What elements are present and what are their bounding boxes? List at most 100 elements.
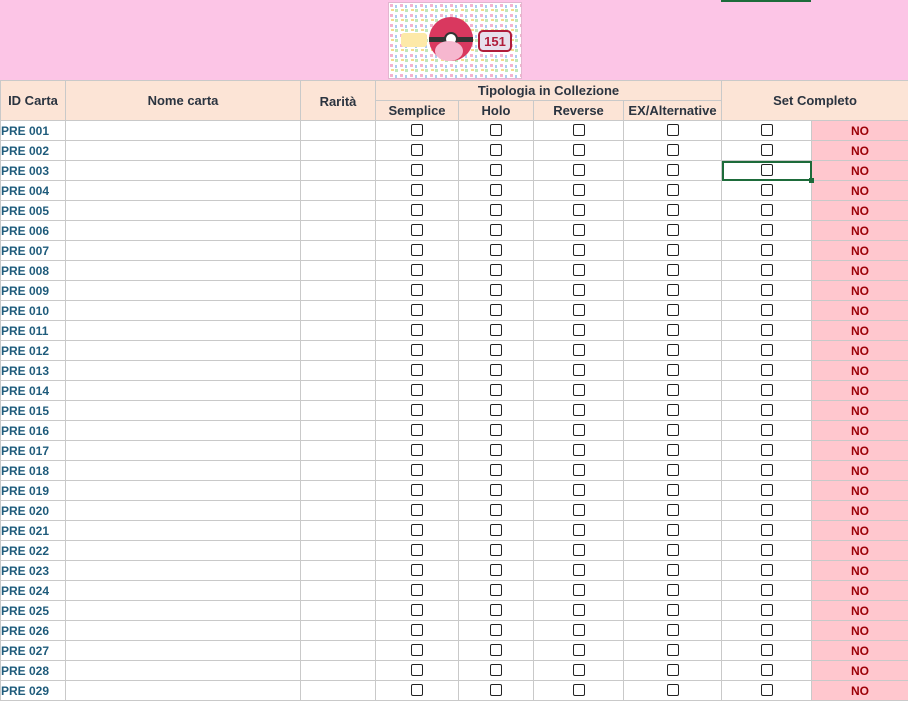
card-id-cell[interactable]: PRE 024 <box>1 581 66 601</box>
status-cell[interactable]: NO <box>812 281 908 301</box>
ex-alternative-cell[interactable] <box>624 641 722 661</box>
rarity-cell[interactable] <box>301 221 376 241</box>
holo-checkbox[interactable] <box>490 684 502 696</box>
card-id-cell[interactable]: PRE 026 <box>1 621 66 641</box>
holo-checkbox[interactable] <box>490 344 502 356</box>
ex-alternative-checkbox[interactable] <box>667 164 679 176</box>
card-name-cell[interactable] <box>66 161 301 181</box>
holo-cell[interactable] <box>459 141 534 161</box>
set-complete-cell[interactable] <box>722 441 812 461</box>
holo-checkbox[interactable] <box>490 364 502 376</box>
semplice-cell[interactable] <box>376 321 459 341</box>
reverse-cell[interactable] <box>534 621 624 641</box>
semplice-cell[interactable] <box>376 221 459 241</box>
ex-alternative-cell[interactable] <box>624 681 722 701</box>
rarity-cell[interactable] <box>301 141 376 161</box>
holo-cell[interactable] <box>459 561 534 581</box>
card-id-cell[interactable]: PRE 017 <box>1 441 66 461</box>
set-complete-cell[interactable] <box>722 381 812 401</box>
semplice-cell[interactable] <box>376 661 459 681</box>
set-complete-checkbox[interactable] <box>761 184 773 196</box>
holo-cell[interactable] <box>459 521 534 541</box>
ex-alternative-checkbox[interactable] <box>667 304 679 316</box>
rarity-cell[interactable] <box>301 181 376 201</box>
reverse-cell[interactable] <box>534 441 624 461</box>
ex-alternative-checkbox[interactable] <box>667 464 679 476</box>
holo-cell[interactable] <box>459 301 534 321</box>
reverse-checkbox[interactable] <box>573 644 585 656</box>
holo-cell[interactable] <box>459 481 534 501</box>
reverse-cell[interactable] <box>534 381 624 401</box>
status-cell[interactable]: NO <box>812 421 908 441</box>
holo-cell[interactable] <box>459 241 534 261</box>
reverse-cell[interactable] <box>534 301 624 321</box>
card-id-cell[interactable]: PRE 005 <box>1 201 66 221</box>
reverse-checkbox[interactable] <box>573 284 585 296</box>
reverse-checkbox[interactable] <box>573 484 585 496</box>
reverse-checkbox[interactable] <box>573 664 585 676</box>
holo-checkbox[interactable] <box>490 504 502 516</box>
holo-checkbox[interactable] <box>490 284 502 296</box>
semplice-cell[interactable] <box>376 121 459 141</box>
rarity-cell[interactable] <box>301 161 376 181</box>
card-name-cell[interactable] <box>66 521 301 541</box>
col-header-ex-alternative[interactable]: EX/Alternative <box>624 101 722 121</box>
status-cell[interactable]: NO <box>812 301 908 321</box>
holo-checkbox[interactable] <box>490 304 502 316</box>
rarity-cell[interactable] <box>301 241 376 261</box>
ex-alternative-cell[interactable] <box>624 561 722 581</box>
semplice-checkbox[interactable] <box>411 184 423 196</box>
card-name-cell[interactable] <box>66 381 301 401</box>
reverse-checkbox[interactable] <box>573 604 585 616</box>
semplice-checkbox[interactable] <box>411 664 423 676</box>
ex-alternative-checkbox[interactable] <box>667 664 679 676</box>
holo-checkbox[interactable] <box>490 204 502 216</box>
semplice-checkbox[interactable] <box>411 644 423 656</box>
semplice-cell[interactable] <box>376 381 459 401</box>
ex-alternative-cell[interactable] <box>624 501 722 521</box>
reverse-checkbox[interactable] <box>573 564 585 576</box>
ex-alternative-checkbox[interactable] <box>667 124 679 136</box>
holo-cell[interactable] <box>459 581 534 601</box>
card-id-cell[interactable]: PRE 025 <box>1 601 66 621</box>
status-cell[interactable]: NO <box>812 341 908 361</box>
semplice-checkbox[interactable] <box>411 124 423 136</box>
card-id-cell[interactable]: PRE 022 <box>1 541 66 561</box>
holo-cell[interactable] <box>459 501 534 521</box>
card-id-cell[interactable]: PRE 028 <box>1 661 66 681</box>
semplice-checkbox[interactable] <box>411 504 423 516</box>
card-name-cell[interactable] <box>66 301 301 321</box>
set-complete-checkbox[interactable] <box>761 484 773 496</box>
ex-alternative-checkbox[interactable] <box>667 524 679 536</box>
status-cell[interactable]: NO <box>812 501 908 521</box>
status-cell[interactable]: NO <box>812 521 908 541</box>
set-complete-cell[interactable] <box>722 141 812 161</box>
set-complete-cell[interactable] <box>722 361 812 381</box>
holo-checkbox[interactable] <box>490 524 502 536</box>
reverse-checkbox[interactable] <box>573 624 585 636</box>
ex-alternative-checkbox[interactable] <box>667 484 679 496</box>
semplice-cell[interactable] <box>376 361 459 381</box>
semplice-cell[interactable] <box>376 161 459 181</box>
reverse-checkbox[interactable] <box>573 324 585 336</box>
reverse-cell[interactable] <box>534 361 624 381</box>
semplice-checkbox[interactable] <box>411 244 423 256</box>
semplice-checkbox[interactable] <box>411 204 423 216</box>
ex-alternative-checkbox[interactable] <box>667 144 679 156</box>
status-cell[interactable]: NO <box>812 441 908 461</box>
status-cell[interactable]: NO <box>812 621 908 641</box>
holo-cell[interactable] <box>459 401 534 421</box>
set-complete-cell[interactable] <box>722 681 812 701</box>
rarity-cell[interactable] <box>301 561 376 581</box>
ex-alternative-checkbox[interactable] <box>667 384 679 396</box>
set-complete-checkbox[interactable] <box>761 444 773 456</box>
holo-cell[interactable] <box>459 661 534 681</box>
semplice-cell[interactable] <box>376 141 459 161</box>
ex-alternative-checkbox[interactable] <box>667 684 679 696</box>
reverse-cell[interactable] <box>534 661 624 681</box>
ex-alternative-checkbox[interactable] <box>667 624 679 636</box>
set-complete-checkbox[interactable] <box>761 564 773 576</box>
semplice-checkbox[interactable] <box>411 164 423 176</box>
ex-alternative-cell[interactable] <box>624 541 722 561</box>
rarity-cell[interactable] <box>301 461 376 481</box>
